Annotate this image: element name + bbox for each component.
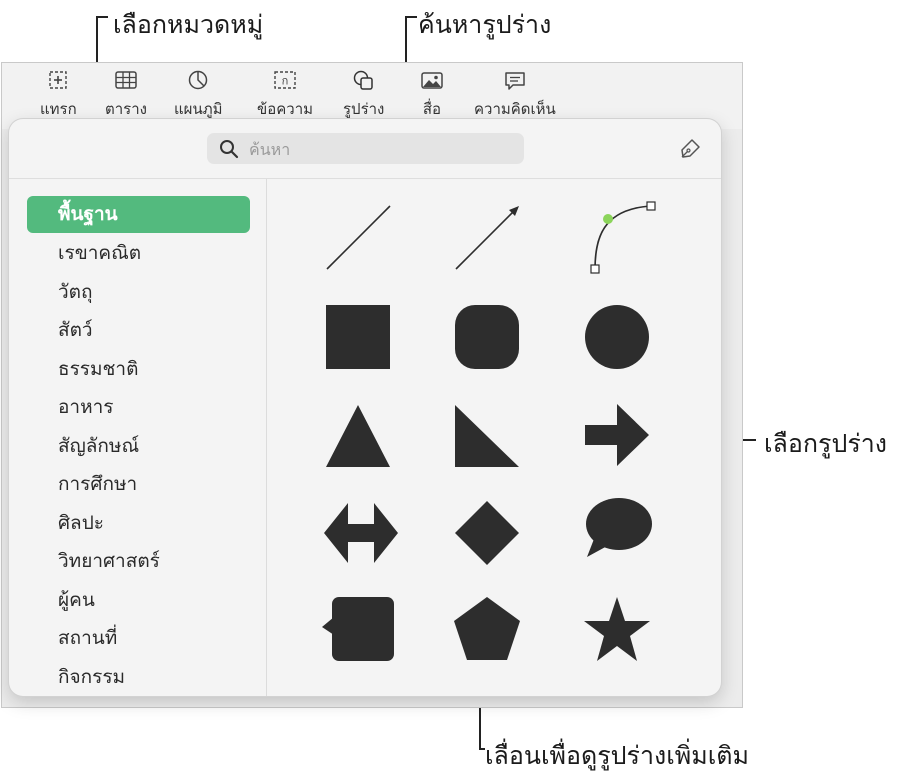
shape-right-triangle[interactable] [451,399,523,471]
text-box-icon: ก [274,71,296,89]
category-sidebar: พื้นฐาน เรขาคณิต วัตถุ สัตว์ ธรรมชาติ อา… [9,179,267,696]
search-icon [220,140,239,159]
insert-icon [49,71,68,89]
shape-speech-bubble[interactable] [581,493,655,565]
toolbar-chart-button[interactable]: แผนภูมิ [174,69,223,121]
choose-category-callout: เลือกหมวดหมู่ [113,10,264,39]
category-basic[interactable]: พื้นฐาน [27,196,250,233]
choose-shape-callout: เลือกรูปร่าง [764,429,887,458]
shape-arrow-line[interactable] [451,201,523,273]
toolbar-shapes-label: รูปร่าง [343,100,385,118]
table-icon [115,71,137,89]
choose-shape-bracket-mid [741,439,756,441]
shape-callout-square[interactable] [318,593,398,665]
search-input[interactable] [247,136,511,162]
category-people[interactable]: ผู้คน [27,582,250,619]
search-shapes-leader-tick [405,16,417,18]
toolbar-insert-label: แทรก [40,100,77,118]
category-geometry[interactable]: เรขาคณิต [27,235,250,272]
shape-star[interactable] [581,593,653,665]
shape-arrow-right[interactable] [581,399,653,471]
toolbar-text-button[interactable]: ก ข้อความ [257,69,313,121]
category-activities[interactable]: กิจกรรม [27,659,250,696]
shape-square[interactable] [322,301,394,373]
search-field[interactable] [207,133,524,164]
scroll-more-leader-tick [479,748,485,750]
toolbar-comment-button[interactable]: ความคิดเห็น [474,69,556,121]
toolbar-media-button[interactable]: สื่อ [419,69,445,121]
category-animals[interactable]: สัตว์ [27,312,250,349]
shapes-icon [353,70,373,90]
chart-icon [189,70,208,90]
category-food[interactable]: อาหาร [27,389,250,426]
shape-pentagon[interactable] [451,593,523,665]
shape-circle[interactable] [581,301,653,373]
shape-double-arrow[interactable] [322,497,400,569]
toolbar-insert-button[interactable]: แทรก [40,69,77,121]
toolbar-chart-label: แผนภูมิ [174,100,223,118]
shape-triangle[interactable] [322,399,394,471]
shape-grid [268,179,721,696]
pen-icon[interactable] [678,137,702,161]
media-icon [421,72,443,89]
shapes-popover: พื้นฐาน เรขาคณิต วัตถุ สัตว์ ธรรมชาติ อา… [9,119,721,696]
toolbar-media-label: สื่อ [422,100,442,118]
toolbar-comment-label: ความคิดเห็น [474,100,556,118]
category-symbols[interactable]: สัญลักษณ์ [27,428,250,465]
shape-curve[interactable] [582,199,672,277]
category-education[interactable]: การศึกษา [27,466,250,503]
comment-icon [505,72,525,90]
toolbar-table-button[interactable]: ตาราง [105,69,147,121]
scroll-more-callout: เลื่อนเพื่อดูรูปร่างเพิ่มเติม [485,741,749,770]
svg-text:ก: ก [282,75,289,88]
category-art[interactable]: ศิลปะ [27,505,250,542]
category-objects[interactable]: วัตถุ [27,274,250,311]
category-science[interactable]: วิทยาศาสตร์ [27,543,250,580]
shape-diamond[interactable] [451,497,523,569]
toolbar-shapes-button[interactable]: รูปร่าง [339,67,385,121]
search-shapes-callout: ค้นหารูปร่าง [418,10,552,39]
category-places[interactable]: สถานที่ [27,620,250,657]
choose-category-leader-tick [96,16,108,18]
popover-header [9,119,721,179]
shape-line[interactable] [322,201,394,273]
category-nature[interactable]: ธรรมชาติ [27,351,250,388]
toolbar-text-label: ข้อความ [257,100,314,118]
toolbar-table-label: ตาราง [105,100,147,118]
shape-rounded-square[interactable] [451,301,523,373]
